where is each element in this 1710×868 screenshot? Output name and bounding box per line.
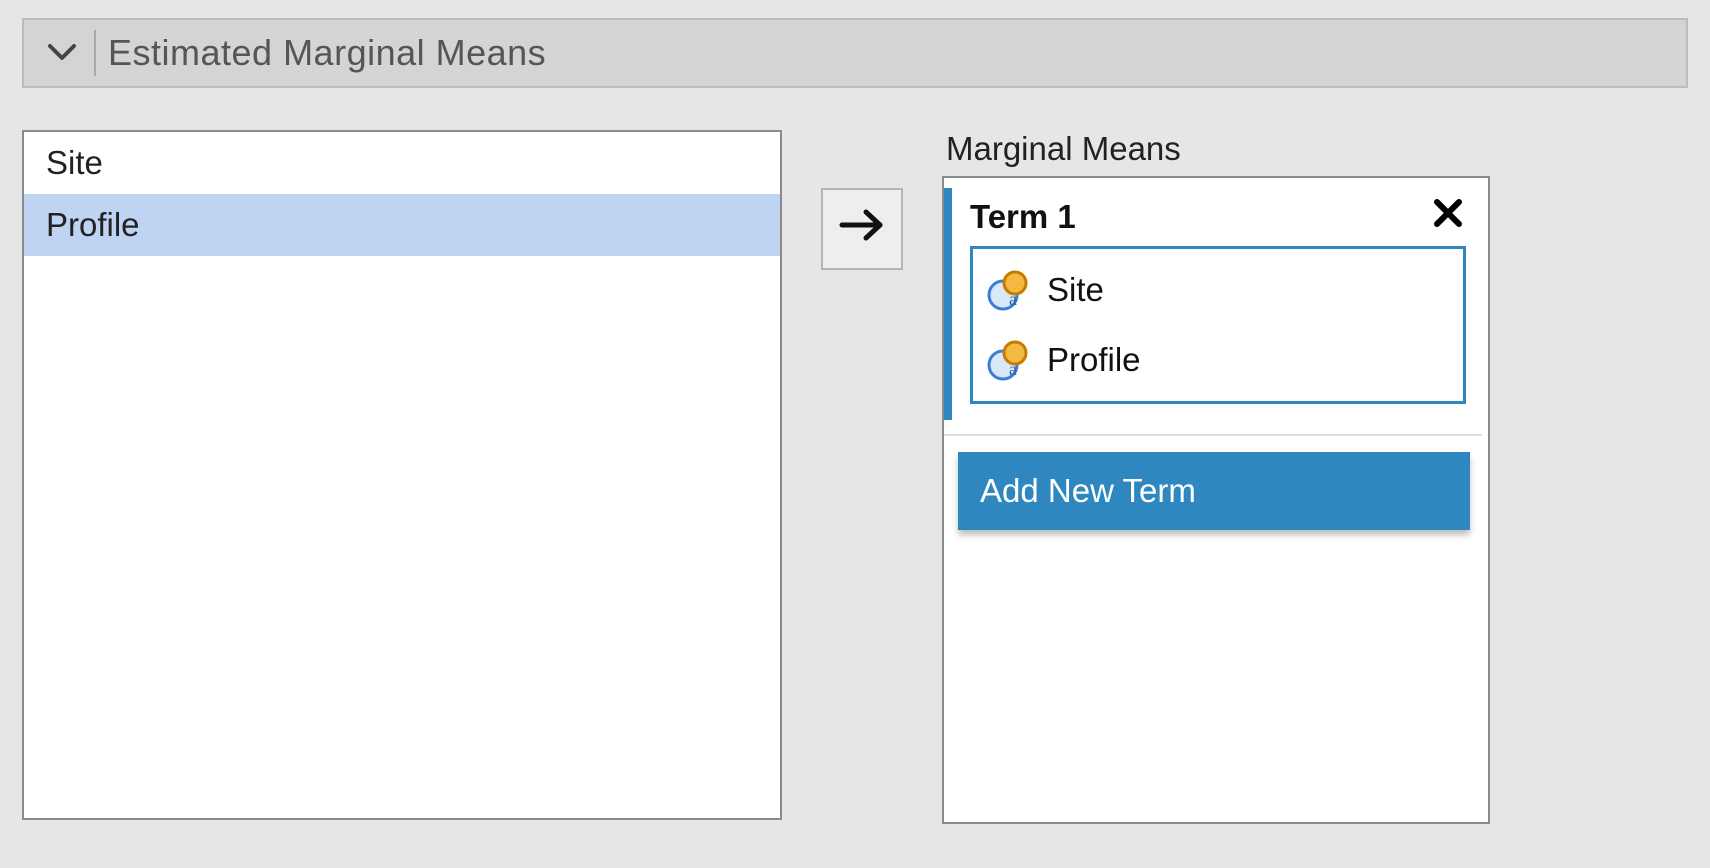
source-item[interactable]: Profile <box>24 194 780 256</box>
add-new-term-label: Add New Term <box>980 472 1196 510</box>
move-right-button[interactable] <box>821 188 903 270</box>
term-title: Term 1 <box>970 198 1076 236</box>
term-card[interactable]: Term 1 <box>944 188 1482 420</box>
remove-term-button[interactable] <box>1430 199 1466 235</box>
term-variable-list[interactable]: a Site a <box>970 246 1466 404</box>
svg-text:a: a <box>1009 289 1017 309</box>
marginal-means-list[interactable]: Term 1 <box>942 176 1490 824</box>
source-variable-list[interactable]: Site Profile <box>22 130 782 820</box>
term-variable[interactable]: a Profile <box>979 325 1457 395</box>
nominal-variable-icon: a <box>983 333 1037 387</box>
section-header[interactable]: Estimated Marginal Means <box>22 18 1688 88</box>
svg-text:a: a <box>1009 359 1017 379</box>
section-title: Estimated Marginal Means <box>108 32 546 74</box>
chevron-down-icon <box>47 36 77 70</box>
close-icon <box>1433 198 1463 236</box>
arrow-right-icon <box>838 208 886 250</box>
header-separator <box>94 30 96 76</box>
term-variable-label: Site <box>1047 271 1104 309</box>
collapse-toggle[interactable] <box>32 20 92 86</box>
term-variable[interactable]: a Site <box>979 255 1457 325</box>
nominal-variable-icon: a <box>983 263 1037 317</box>
term-divider <box>944 434 1482 436</box>
source-item[interactable]: Site <box>24 132 780 194</box>
add-new-term-button[interactable]: Add New Term <box>958 452 1470 530</box>
target-list-label: Marginal Means <box>946 130 1490 168</box>
term-variable-label: Profile <box>1047 341 1141 379</box>
